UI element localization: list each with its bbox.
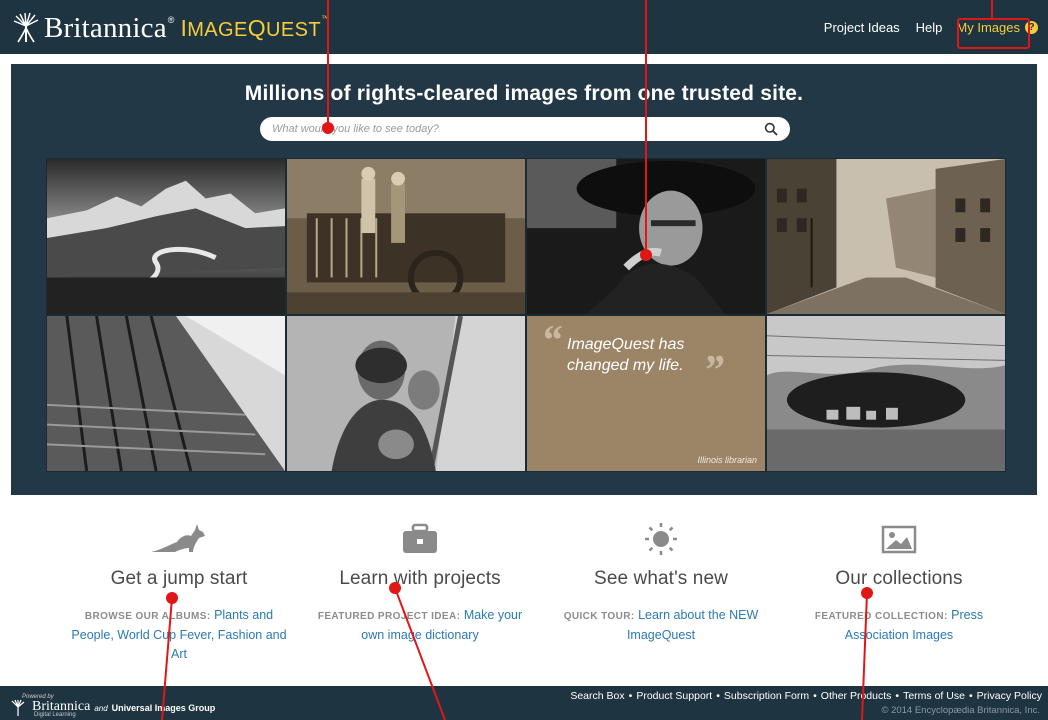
image-grid: “ ImageQuest has changed my life. ” Illi… (46, 158, 1006, 472)
search-icon[interactable] (764, 122, 778, 136)
portrait-man-hat-photo[interactable] (526, 158, 766, 315)
skyscraper-photo[interactable] (46, 315, 286, 472)
annotation-highlight-box (957, 18, 1030, 49)
close-quote-mark: ” (703, 348, 724, 394)
feature-whats-new: See what's new QUICK TOUR: Learn about t… (541, 508, 781, 645)
feature-text: FEATURED COLLECTION: Press Association I… (779, 606, 1019, 645)
footer-link-subscription-form[interactable]: Subscription Form (724, 690, 809, 702)
feature-heading: See what's new (594, 568, 728, 589)
thistle-logo-icon (13, 12, 39, 43)
footer-links: Search Box • Product Support • Subscription … (570, 690, 1042, 702)
open-quote-mark: “ (541, 318, 562, 364)
britannica-wordmark: Britannica (44, 11, 167, 44)
help-link[interactable]: Help (916, 20, 943, 35)
feature-label: BROWSE OUR ALBUMS: (84, 611, 211, 622)
hero-panel: Millions of rights-cleared images from o… (11, 64, 1037, 495)
footer-bar: Powered by Britannica and Universal Imag… (0, 686, 1048, 720)
cliff-dwelling-photo[interactable] (766, 315, 1006, 472)
feature-text: QUICK TOUR: Learn about the NEW ImageQue… (541, 606, 781, 645)
migrant-mother-photo[interactable] (286, 315, 526, 472)
mountain-river-photo[interactable] (46, 158, 286, 315)
feature-heading: Get a jump start (110, 568, 248, 589)
sun-icon (645, 523, 677, 555)
child-mill-workers-photo[interactable] (286, 158, 526, 315)
search-input[interactable] (272, 117, 752, 141)
footer-link-privacy-policy[interactable]: Privacy Policy (977, 690, 1042, 702)
picture-icon (881, 525, 917, 554)
digital-learning-text: Digital Learning (34, 712, 76, 718)
search-bar[interactable] (260, 117, 790, 141)
trademark-mark: ™ (320, 13, 329, 23)
footer-link-other-products[interactable]: Other Products (821, 690, 892, 702)
imagequest-wordmark: IMAGEQUEST (180, 14, 321, 41)
testimonial-quote-tile: “ ImageQuest has changed my life. ” Illi… (526, 315, 766, 472)
kangaroo-icon (151, 524, 205, 552)
hero-title: Millions of rights-cleared images from o… (244, 82, 804, 105)
briefcase-icon (403, 523, 437, 553)
footer-brand[interactable]: Powered by Britannica and Universal Imag… (10, 691, 216, 718)
feature-heading: Our collections (835, 568, 963, 589)
feature-heading: Learn with projects (339, 568, 501, 589)
britannica-imagequest-logo[interactable]: Britannica ® IMAGEQUEST ™ (12, 10, 329, 46)
city-street-photo[interactable] (766, 158, 1006, 315)
feature-text: BROWSE OUR ALBUMS: Plants and People, Wo… (59, 606, 299, 664)
testimonial-author: Illinois librarian (697, 455, 757, 465)
feature-label: FEATURED PROJECT IDEA: (317, 611, 461, 622)
feature-projects: Learn with projects FEATURED PROJECT IDE… (300, 508, 540, 645)
top-bar: Britannica ® IMAGEQUEST ™ Project Ideas … (0, 0, 1048, 54)
footer-link-terms-of-use[interactable]: Terms of Use (903, 690, 965, 702)
features-section: Get a jump start BROWSE OUR ALBUMS: Plan… (11, 508, 1037, 676)
registered-mark: ® (167, 15, 175, 25)
footer-partner: Universal Images Group (111, 703, 216, 713)
feature-text: FEATURED PROJECT IDEA: Make your own ima… (300, 606, 540, 645)
feature-label: FEATURED COLLECTION: (814, 611, 948, 622)
copyright-text: © 2014 Encyclopædia Britannica, Inc. (881, 705, 1040, 716)
feature-collections: Our collections FEATURED COLLECTION: Pre… (779, 508, 1019, 645)
footer-and: and (94, 704, 108, 713)
quick-tour-link[interactable]: Learn about the NEW ImageQuest (627, 608, 758, 642)
footer-link-search-box[interactable]: Search Box (570, 690, 624, 702)
powered-by-text: Powered by (22, 694, 54, 700)
feature-jump-start: Get a jump start BROWSE OUR ALBUMS: Plan… (59, 508, 299, 664)
feature-label: QUICK TOUR: (563, 611, 635, 622)
thistle-logo-icon (11, 699, 25, 716)
project-ideas-link[interactable]: Project Ideas (824, 20, 900, 35)
footer-link-product-support[interactable]: Product Support (636, 690, 712, 702)
